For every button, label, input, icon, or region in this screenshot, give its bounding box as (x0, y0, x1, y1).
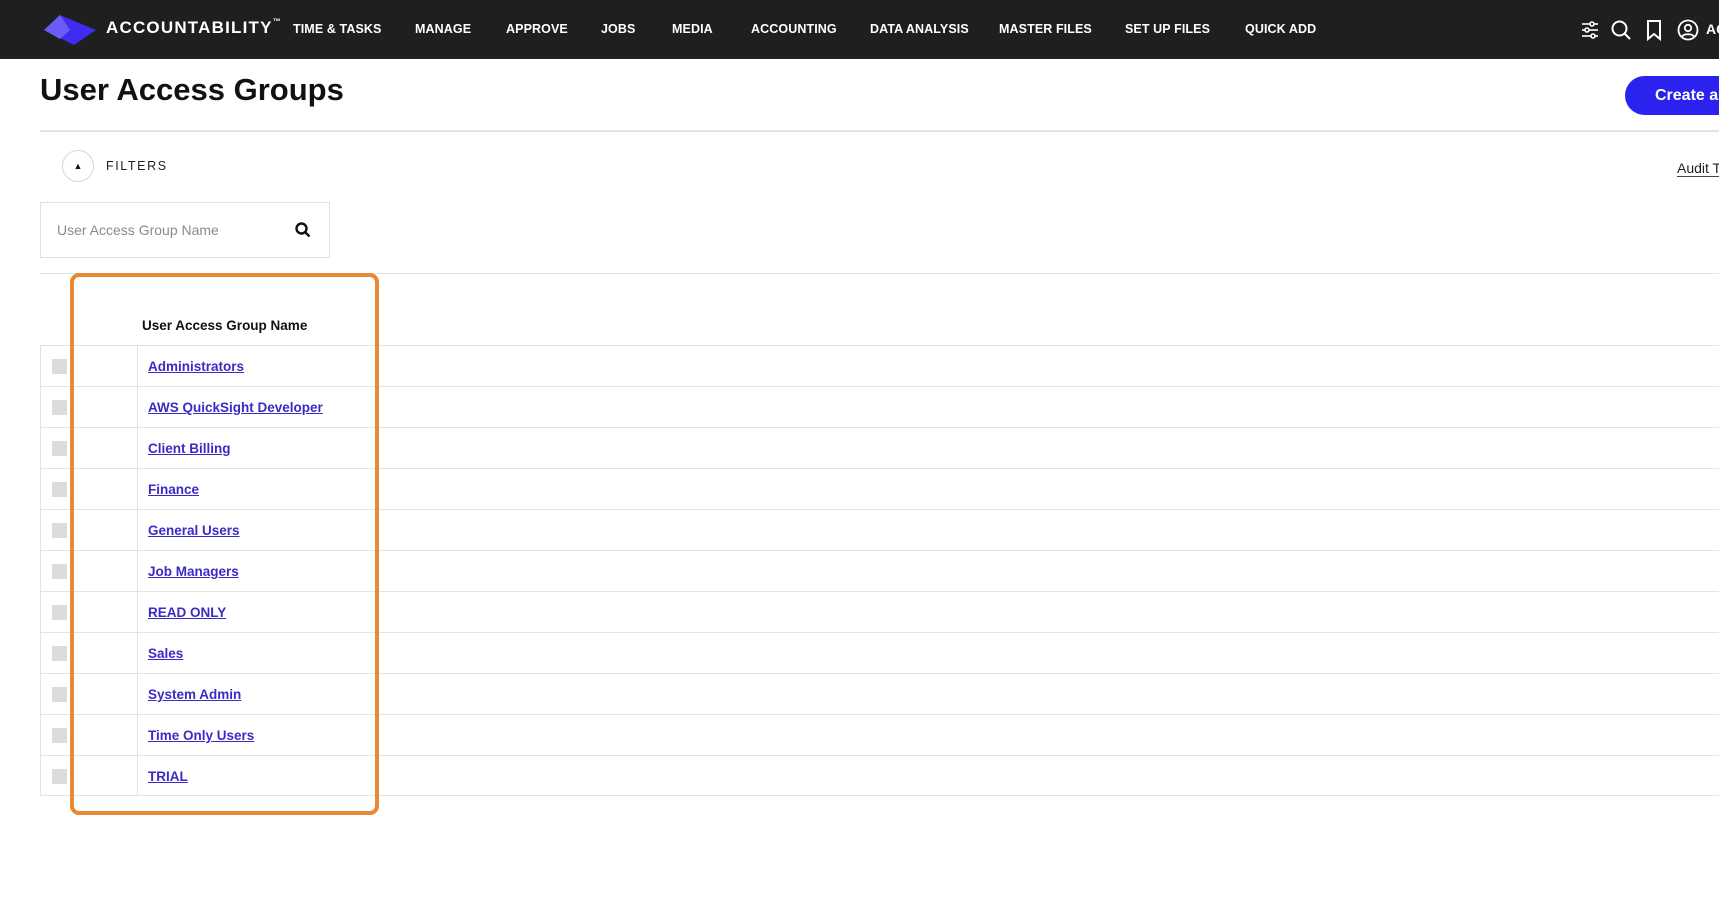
table-row: Client Billing (40, 427, 1719, 468)
row-checkbox[interactable] (52, 646, 67, 661)
column-divider (137, 387, 138, 427)
row-checkbox[interactable] (52, 769, 67, 784)
group-link[interactable]: Client Billing (148, 441, 231, 456)
page-title: User Access Groups (40, 72, 344, 107)
nav-approve[interactable]: APPROVE (506, 22, 568, 36)
row-checkbox[interactable] (52, 564, 67, 579)
group-link[interactable]: TRIAL (148, 769, 188, 784)
nav-accounting[interactable]: ACCOUNTING (751, 22, 837, 36)
table-row: Time Only Users (40, 714, 1719, 755)
header-divider (40, 130, 1719, 132)
filters-toggle-button[interactable]: ▲ (62, 150, 94, 182)
group-link[interactable]: Job Managers (148, 564, 239, 579)
nav-data-analysis[interactable]: DATA ANALYSIS (870, 22, 969, 36)
column-header-group-name[interactable]: User Access Group Name (142, 318, 307, 333)
row-checkbox[interactable] (52, 523, 67, 538)
group-link[interactable]: READ ONLY (148, 605, 226, 620)
filters-divider (40, 273, 1719, 274)
create-button[interactable]: Create a (1625, 76, 1719, 115)
column-divider (137, 715, 138, 755)
group-link[interactable]: General Users (148, 523, 240, 538)
row-checkbox[interactable] (52, 482, 67, 497)
table-row: TRIAL (40, 755, 1719, 796)
column-divider (137, 428, 138, 468)
table-row: Administrators (40, 345, 1719, 386)
column-divider (137, 633, 138, 673)
user-icon[interactable] (1676, 18, 1700, 42)
nav-manage[interactable]: MANAGE (415, 22, 471, 36)
top-nav-bar: ACCOUNTABILITY™ TIME & TASKS MANAGE APPR… (0, 0, 1719, 59)
column-divider (137, 346, 138, 386)
column-divider (137, 469, 138, 509)
column-divider (137, 510, 138, 550)
audit-trail-link[interactable]: Audit T (1677, 160, 1719, 177)
sliders-icon[interactable] (1578, 18, 1602, 42)
column-divider (137, 674, 138, 714)
table-row: AWS QuickSight Developer (40, 386, 1719, 427)
row-checkbox[interactable] (52, 605, 67, 620)
table-row: READ ONLY (40, 591, 1719, 632)
nav-media[interactable]: MEDIA (672, 22, 713, 36)
search-icon[interactable] (294, 221, 312, 239)
column-divider (137, 551, 138, 591)
user-access-groups-table: Administrators AWS QuickSight Developer … (40, 345, 1719, 796)
search-field (40, 202, 330, 258)
row-checkbox[interactable] (52, 400, 67, 415)
table-row: Job Managers (40, 550, 1719, 591)
row-checkbox[interactable] (52, 687, 67, 702)
nav-set-up-files[interactable]: SET UP FILES (1125, 22, 1210, 36)
table-row: Sales (40, 632, 1719, 673)
search-input[interactable] (41, 203, 291, 257)
nav-jobs[interactable]: JOBS (601, 22, 635, 36)
row-checkbox[interactable] (52, 728, 67, 743)
row-checkbox[interactable] (52, 359, 67, 374)
bookmark-icon[interactable] (1642, 18, 1666, 42)
nav-time-tasks[interactable]: TIME & TASKS (293, 22, 381, 36)
table-row: System Admin (40, 673, 1719, 714)
account-menu-label[interactable]: AC (1706, 21, 1719, 37)
filters-label: FILTERS (106, 159, 168, 173)
nav-quick-add[interactable]: QUICK ADD (1245, 22, 1316, 36)
group-link[interactable]: System Admin (148, 687, 241, 702)
group-link[interactable]: Administrators (148, 359, 244, 374)
column-divider (137, 756, 138, 796)
caret-up-icon: ▲ (73, 161, 83, 171)
nav-master-files[interactable]: MASTER FILES (999, 22, 1092, 36)
group-link[interactable]: AWS QuickSight Developer (148, 400, 323, 415)
group-link[interactable]: Finance (148, 482, 199, 497)
table-row: General Users (40, 509, 1719, 550)
column-divider (137, 592, 138, 632)
search-icon[interactable] (1609, 18, 1633, 42)
row-checkbox[interactable] (52, 441, 67, 456)
accountability-logo[interactable] (40, 13, 100, 47)
brand-name[interactable]: ACCOUNTABILITY™ (106, 17, 281, 38)
group-link[interactable]: Sales (148, 646, 183, 661)
group-link[interactable]: Time Only Users (148, 728, 254, 743)
table-row: Finance (40, 468, 1719, 509)
